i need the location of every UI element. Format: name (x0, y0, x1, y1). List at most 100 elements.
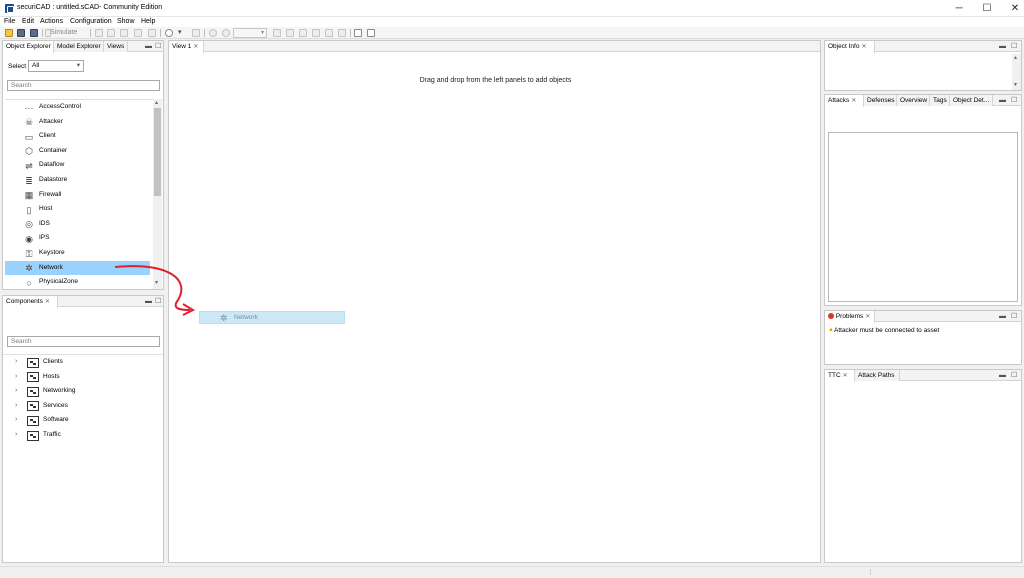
menu-file[interactable]: File (4, 18, 15, 25)
object-item-client[interactable]: ▭ Client (5, 129, 150, 144)
object-item-accesscontrol[interactable]: ⋯ AccessControl (5, 100, 150, 115)
maximize-panel-icon[interactable]: ☐ (1011, 43, 1017, 50)
chevron-right-icon[interactable]: › (15, 384, 17, 399)
minimize-panel-icon[interactable]: ▬ (145, 298, 152, 305)
object-item-host[interactable]: ▯ Host (5, 202, 150, 217)
tab-view-1[interactable]: View 1 ✕ (169, 41, 204, 53)
object-item-attacker[interactable]: ☠ Attacker (5, 115, 150, 130)
close-tab-icon[interactable]: ✕ (851, 98, 856, 104)
close-tab-icon[interactable]: ✕ (861, 44, 866, 50)
tab-attack-paths[interactable]: Attack Paths (855, 370, 900, 381)
tab-object-explorer[interactable]: Object Explorer (3, 41, 54, 53)
close-tab-icon[interactable]: ✕ (865, 314, 870, 320)
component-group-traffic[interactable]: › Traffic (11, 428, 161, 443)
attacks-content (828, 132, 1018, 302)
object-item-keystore[interactable]: ⚿ Keystore (5, 246, 150, 261)
object-item-firewall[interactable]: ▦ Firewall (5, 188, 150, 203)
maximize-button[interactable]: ☐ (973, 0, 1001, 17)
scroll-down-icon[interactable]: ▾ (155, 279, 158, 286)
simulate-button[interactable]: Simulate (50, 29, 77, 36)
minimize-panel-icon[interactable]: ▬ (999, 43, 1006, 50)
tab-ttc[interactable]: TTC ✕ (825, 370, 855, 382)
minimize-button[interactable]: ─ (945, 0, 973, 17)
paste-icon[interactable] (120, 29, 128, 37)
tab-views[interactable]: Views (104, 41, 128, 52)
align-top-icon[interactable] (312, 29, 320, 37)
menu-configuration[interactable]: Configuration (70, 18, 112, 25)
scroll-up-icon[interactable]: ▴ (155, 99, 158, 106)
tab-overview[interactable]: Overview (897, 95, 930, 106)
save-all-icon[interactable] (30, 29, 38, 37)
cut-icon[interactable] (95, 29, 103, 37)
minimize-panel-icon[interactable]: ▬ (999, 313, 1006, 320)
maximize-panel-icon[interactable]: ☐ (1011, 313, 1017, 320)
object-item-datastore[interactable]: ≣ Datastore (5, 173, 150, 188)
component-group-networking[interactable]: › Networking (11, 384, 161, 399)
tab-attacks[interactable]: Attacks ✕ (825, 95, 864, 107)
save-icon[interactable] (17, 29, 25, 37)
menu-show[interactable]: Show (117, 18, 135, 25)
component-group-software[interactable]: › Software (11, 413, 161, 428)
object-item-network[interactable]: ✲ Network (5, 260, 150, 276)
trash-icon[interactable] (148, 29, 156, 37)
align-center-icon[interactable] (286, 29, 294, 37)
components-search-input[interactable]: Search (7, 336, 160, 347)
close-tab-icon[interactable]: ✕ (193, 44, 198, 50)
zoom-in-icon[interactable] (209, 29, 217, 37)
object-item-container[interactable]: ⬡ Container (5, 144, 150, 159)
menu-help[interactable]: Help (141, 18, 155, 25)
tab-components[interactable]: Components ✕ (3, 296, 58, 308)
object-item-dataflow[interactable]: ⇌ Dataflow (5, 158, 150, 173)
chevron-right-icon[interactable]: › (15, 413, 17, 428)
component-group-hosts[interactable]: › Hosts (11, 370, 161, 385)
add-circle-icon[interactable] (165, 29, 173, 37)
minimize-panel-icon[interactable]: ▬ (145, 43, 152, 50)
object-info-scrollbar[interactable]: ▴ ▾ (1012, 54, 1021, 90)
tab-model-explorer[interactable]: Model Explorer (54, 41, 104, 52)
component-group-services[interactable]: › Services (11, 399, 161, 414)
grid-icon[interactable] (354, 29, 362, 37)
align-bottom-icon[interactable] (338, 29, 346, 37)
tab-defenses[interactable]: Defenses (864, 95, 897, 106)
object-item-ids[interactable]: ◎ IDS (5, 217, 150, 232)
chevron-right-icon[interactable]: › (15, 399, 17, 414)
maximize-panel-icon[interactable]: ☐ (155, 43, 161, 50)
object-item-ips[interactable]: ◉ IPS (5, 231, 150, 246)
align-left-icon[interactable] (273, 29, 281, 37)
maximize-panel-icon[interactable]: ☐ (155, 298, 161, 305)
scroll-thumb[interactable] (154, 108, 161, 196)
object-search-input[interactable]: Search (7, 80, 160, 91)
resize-grip-icon[interactable]: ⋮ (867, 568, 874, 576)
close-tab-icon[interactable]: ✕ (843, 373, 848, 379)
chevron-right-icon[interactable]: › (15, 370, 17, 385)
chevron-right-icon[interactable]: › (15, 355, 17, 370)
object-list-scrollbar[interactable]: ▴ ▾ (153, 99, 162, 289)
tab-problems[interactable]: Problems ✕ (825, 311, 875, 323)
close-window-button[interactable]: ✕ (1001, 0, 1024, 17)
menu-edit[interactable]: Edit (22, 18, 34, 25)
component-group-clients[interactable]: › Clients (11, 355, 161, 370)
select-dropdown[interactable]: All ▾ (28, 60, 84, 72)
align-right-icon[interactable] (299, 29, 307, 37)
minimize-panel-icon[interactable]: ▬ (999, 97, 1006, 104)
maximize-panel-icon[interactable]: ☐ (1011, 372, 1017, 379)
maximize-panel-icon[interactable]: ☐ (1011, 97, 1017, 104)
dropdown-arrow-icon[interactable]: ▾ (178, 28, 182, 36)
tab-tags[interactable]: Tags (930, 95, 950, 106)
menu-actions[interactable]: Actions (40, 18, 63, 25)
chevron-right-icon[interactable]: › (15, 428, 17, 443)
copy-icon[interactable] (107, 29, 115, 37)
open-folder-icon[interactable] (5, 29, 13, 37)
zoom-combo[interactable]: ▾ (233, 28, 267, 38)
tab-object-details[interactable]: Object Det... (950, 95, 993, 106)
problem-message[interactable]: Attacker must be connected to asset (834, 327, 939, 334)
layout-icon[interactable] (367, 29, 375, 37)
zoom-out-icon[interactable] (222, 29, 230, 37)
delete-link-icon[interactable] (134, 29, 142, 37)
pencil-icon[interactable] (192, 29, 200, 37)
object-item-physicalzone[interactable]: ○ PhysicalZone (5, 275, 150, 289)
minimize-panel-icon[interactable]: ▬ (999, 372, 1006, 379)
align-middle-icon[interactable] (325, 29, 333, 37)
close-tab-icon[interactable]: ✕ (45, 299, 50, 305)
tab-object-info[interactable]: Object Info ✕ (825, 41, 875, 53)
